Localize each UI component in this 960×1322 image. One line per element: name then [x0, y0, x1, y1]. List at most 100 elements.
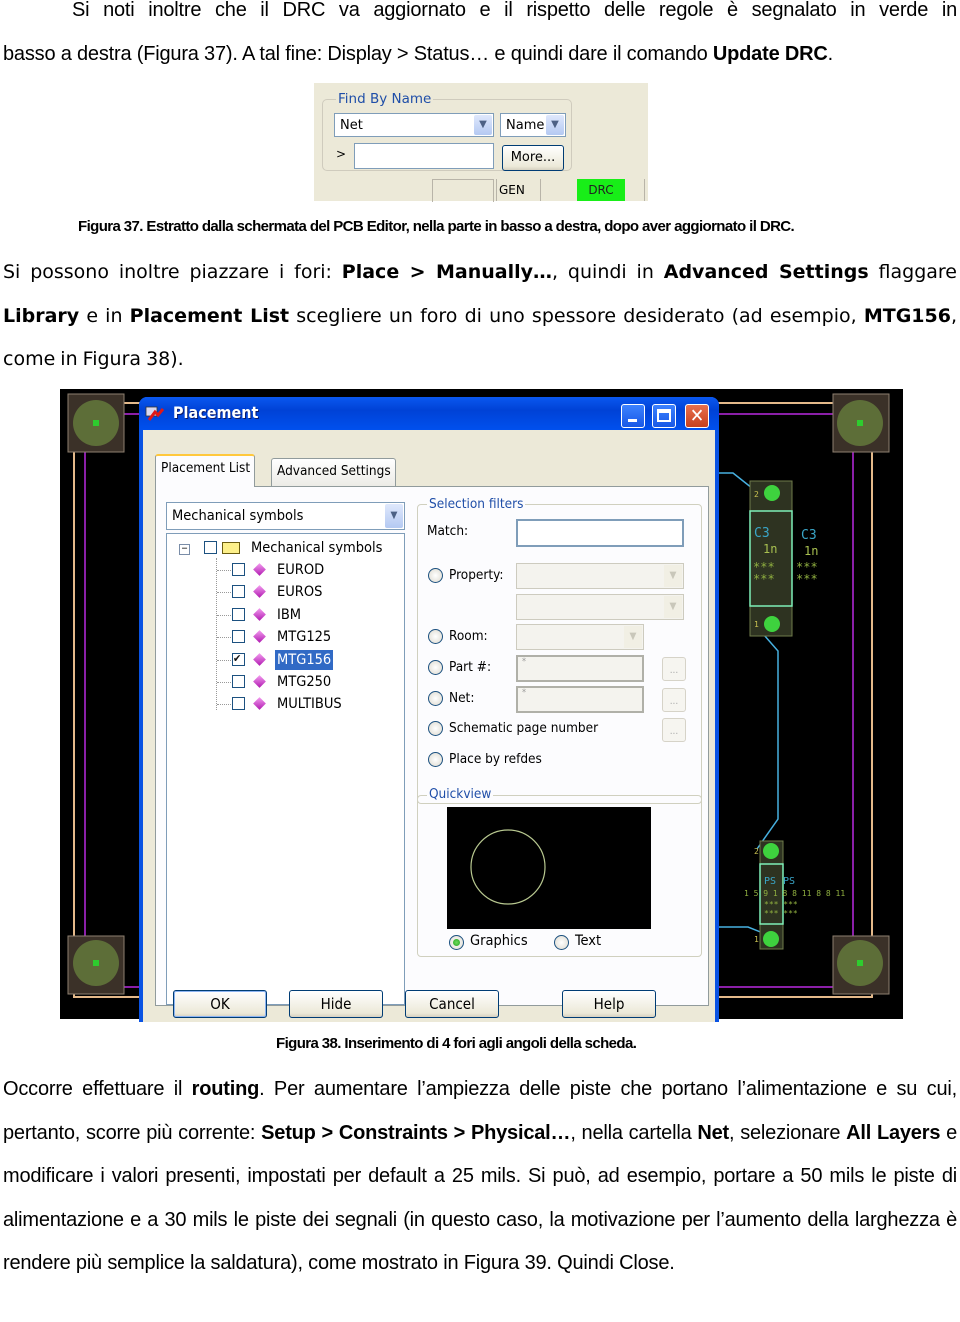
paragraph-routing: Occorre effettuare il routing. Per aumen… [3, 1078, 958, 1275]
symbol-tree[interactable]: − Mechanical symbols EUROD EUROS IBM MTG125… [166, 533, 405, 1005]
placeholder-asterisks: *** [753, 572, 775, 586]
close-icon: ✕ [689, 405, 705, 427]
tree-item[interactable]: EUROD [167, 560, 397, 580]
paragraph-drc-intro: Si noti inoltre che il DRC va aggiornato… [3, 0, 957, 76]
pin-label: 1 [754, 620, 759, 629]
part-number-radio[interactable] [428, 660, 443, 675]
mounting-hole-top-right [832, 393, 890, 453]
close-button[interactable]: ✕ [685, 404, 709, 428]
component-c3: 2 1 C3 C3 1n 1n *** *** *** *** [749, 480, 818, 637]
part-number-input: * [516, 655, 644, 682]
tab-placement-list[interactable]: Placement List [155, 454, 256, 487]
root-checkbox[interactable] [204, 541, 217, 554]
text-radio[interactable] [554, 935, 569, 950]
category-select[interactable]: Mechanical symbols ▼ [166, 502, 405, 530]
tree-item[interactable]: IBM [167, 605, 397, 625]
cancel-button[interactable]: Cancel [405, 990, 499, 1018]
find-mode-select[interactable]: Name ▼ [500, 113, 566, 137]
bold-term: Placement List [129, 304, 290, 327]
tree-item[interactable]: ✔ MTG156 [167, 649, 397, 670]
help-button[interactable]: Help [562, 990, 656, 1018]
tree-item[interactable]: EUROS [167, 582, 397, 602]
tree-root-label[interactable]: Mechanical symbols [251, 538, 382, 558]
schematic-page-radio[interactable] [428, 721, 443, 736]
text-label: Text [575, 933, 602, 949]
folder-icon [222, 542, 240, 554]
room-select: ▼ [516, 624, 644, 650]
placeholder-asterisks: *** *** [764, 909, 798, 918]
item-checkbox[interactable] [232, 607, 245, 621]
chevron-down-icon[interactable]: ▼ [385, 504, 403, 528]
bold-term: Net [697, 1121, 729, 1144]
hide-button[interactable]: Hide [289, 990, 383, 1018]
maximize-icon [657, 409, 671, 422]
minimize-icon [628, 419, 637, 422]
prompt-symbol: > [336, 147, 347, 161]
more-button[interactable]: More... [502, 145, 564, 171]
checkmark-icon: ✔ [233, 651, 242, 665]
status-separator [540, 179, 571, 201]
ok-button[interactable]: OK [173, 990, 267, 1018]
hole-outline [470, 829, 546, 905]
chevron-down-icon: ▼ [664, 596, 682, 618]
property-radio[interactable] [428, 568, 443, 583]
property-label: Property: [449, 567, 504, 583]
pin-label: 1 [754, 935, 759, 944]
item-checkbox[interactable] [232, 697, 245, 711]
find-name-input[interactable] [354, 143, 494, 169]
find-type-select[interactable]: Net ▼ [334, 113, 494, 137]
place-by-refdes-radio[interactable] [428, 752, 443, 767]
tree-item[interactable]: MTG125 [167, 627, 397, 647]
tree-item[interactable]: MULTIBUS [167, 694, 397, 714]
net-browse-button[interactable]: ... [662, 688, 686, 712]
placeholder-asterisks: 1 5 9 1 8 8 11 8 8 11 [744, 889, 845, 898]
item-checkbox[interactable]: ✔ [232, 652, 245, 666]
placeholder-asterisks: *** *** [764, 900, 798, 909]
tab-advanced-settings[interactable]: Advanced Settings [271, 458, 396, 486]
chevron-down-icon[interactable]: ▼ [546, 115, 564, 135]
schematic-page-browse-button[interactable]: ... [662, 718, 686, 742]
item-checkbox[interactable] [232, 675, 245, 688]
symbol-icon [253, 630, 266, 644]
part-number-browse-button[interactable]: ... [662, 657, 686, 681]
mounting-hole-top-left [67, 393, 125, 453]
graphics-label: Graphics [470, 933, 528, 949]
refdes-label: C3 [754, 526, 770, 541]
tree-item-label: EUROS [277, 584, 323, 601]
trace [756, 626, 779, 850]
tree-item-label: MTG125 [277, 629, 332, 646]
match-label: Match: [427, 523, 469, 539]
part-number-label: Part #: [449, 659, 492, 675]
chevron-down-icon: ▼ [664, 565, 682, 587]
maximize-button[interactable] [652, 404, 676, 428]
tree-connector-line [217, 637, 231, 639]
item-checkbox[interactable] [232, 563, 245, 576]
component-ps: 2 1 PS PS 1 5 9 1 8 8 11 8 8 11 *** *** … [744, 840, 845, 950]
tree-connector-line [217, 592, 231, 594]
chevron-down-icon[interactable]: ▼ [474, 115, 492, 135]
bold-term: MTG156 [863, 304, 951, 327]
tree-item-label: IBM [277, 606, 302, 623]
bold-term: routing [191, 1078, 260, 1100]
selection-filters-legend: Selection filters [427, 496, 526, 512]
item-checkbox[interactable] [232, 585, 245, 599]
bold-term: Advanced Settings [663, 261, 869, 283]
item-checkbox[interactable] [232, 630, 245, 644]
symbol-icon [253, 585, 266, 599]
match-input[interactable] [516, 519, 684, 547]
room-radio[interactable] [428, 629, 443, 644]
bold-term: Library [3, 304, 80, 327]
graphics-radio[interactable] [449, 935, 464, 950]
minimize-button[interactable] [621, 404, 645, 428]
value-label: 1n [763, 542, 777, 556]
bold-term: Update DRC [712, 42, 828, 65]
quickview-legend: Quickview [427, 786, 494, 802]
net-radio[interactable] [428, 691, 443, 706]
tree-collapse-toggle[interactable]: − [179, 544, 190, 555]
symbol-icon [253, 697, 266, 711]
net-input: * [516, 686, 644, 713]
bold-term: All Layers [846, 1121, 941, 1144]
dialog-titlebar[interactable]: Placement ✕ [139, 397, 719, 430]
property-value-select: ▼ [516, 594, 684, 620]
tree-item[interactable]: MTG250 [167, 672, 397, 692]
